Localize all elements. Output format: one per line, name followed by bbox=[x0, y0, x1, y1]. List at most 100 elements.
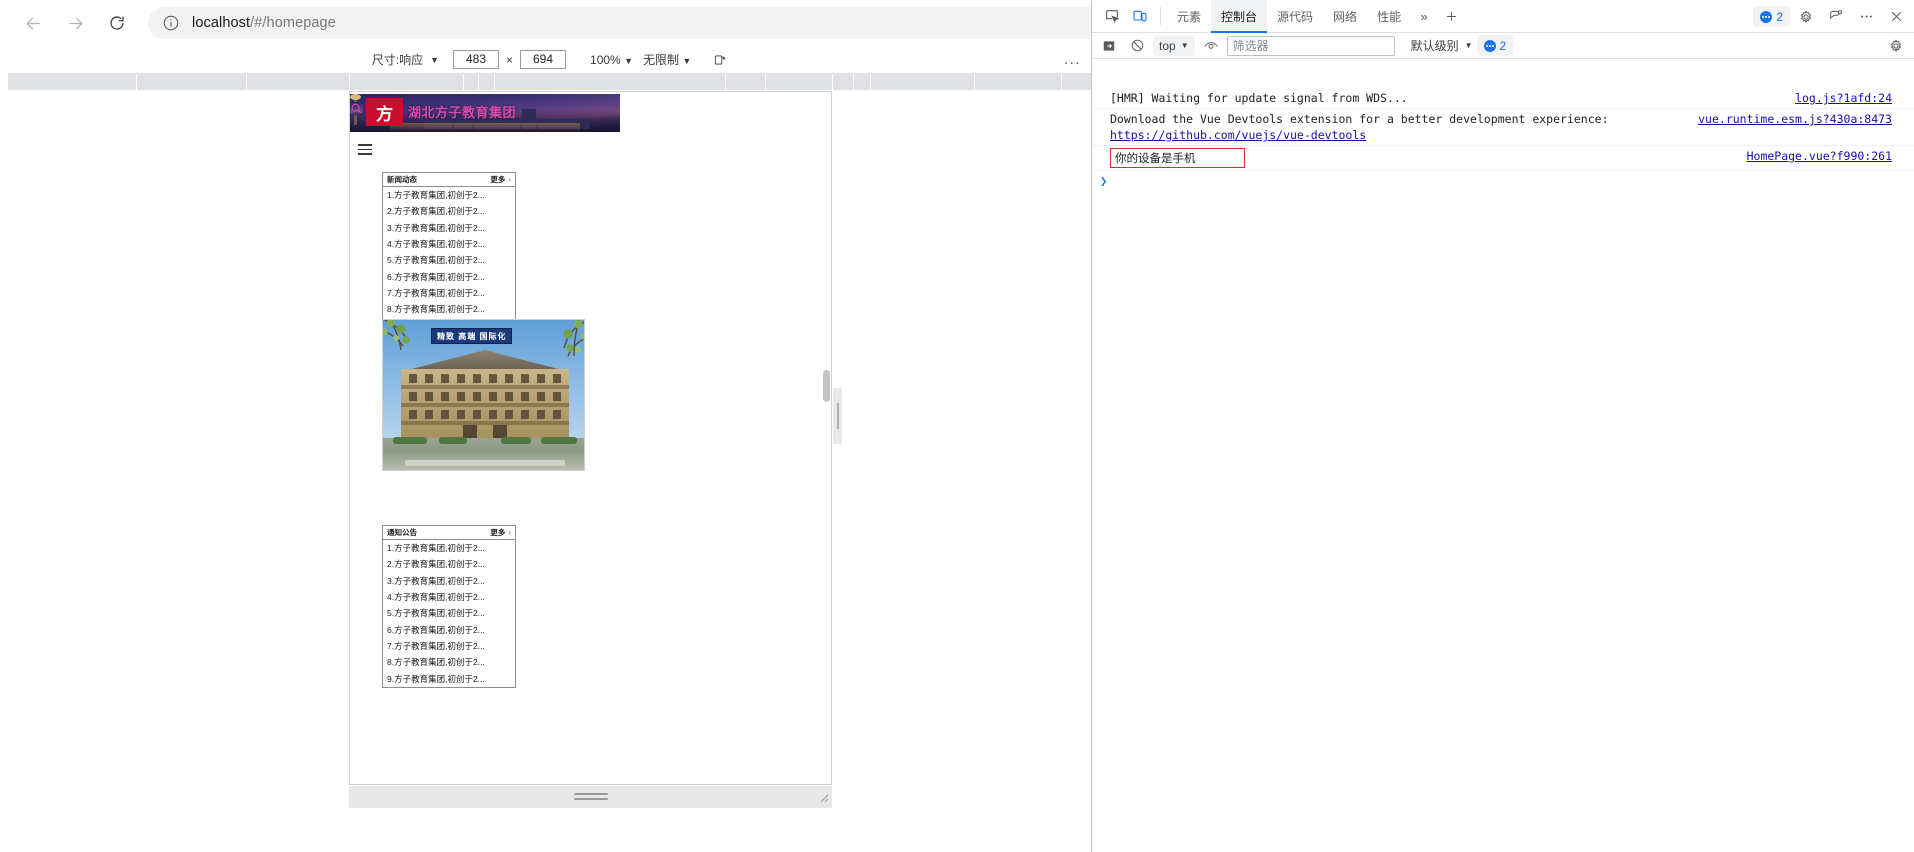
viewport-resize-handle-right[interactable] bbox=[833, 388, 842, 444]
dimension-separator: × bbox=[506, 52, 514, 67]
chevron-down-icon[interactable]: ▼ bbox=[430, 55, 439, 65]
list-item[interactable]: 3.方子教育集团,初创于2... bbox=[383, 220, 515, 236]
notice-list: 1.方子教育集团,初创于2... 2.方子教育集团,初创于2... 3.方子教育… bbox=[383, 540, 515, 687]
notice-panel: 通知公告 更多 › 1.方子教育集团,初创于2... 2.方子教育集团,初创于2.… bbox=[382, 525, 516, 688]
list-item[interactable]: 7.方子教育集团,初创于2... bbox=[383, 285, 515, 301]
address-bar-text: localhost/#/homepage bbox=[192, 15, 336, 31]
campus-photo: 精致 高端 国际化 bbox=[382, 319, 585, 471]
device-toolbar-more-icon[interactable]: ... bbox=[1064, 51, 1081, 68]
list-item[interactable]: 9.方子教育集团,初创于2... bbox=[383, 670, 515, 686]
list-item[interactable]: 2.方子教育集团,初创于2... bbox=[383, 203, 515, 219]
notice-panel-title: 通知公告 bbox=[387, 528, 417, 537]
list-item[interactable]: 8.方子教育集团,初创于2... bbox=[383, 301, 515, 317]
tab-performance[interactable]: 性能 bbox=[1367, 0, 1411, 33]
zoom-select[interactable]: 100% ▼ bbox=[590, 53, 633, 67]
list-item[interactable]: 1.方子教育集团,初创于2... bbox=[383, 187, 515, 203]
add-panel-icon[interactable] bbox=[1437, 3, 1465, 29]
page-scrollbar[interactable] bbox=[822, 92, 831, 784]
prompt-caret-icon: ❯ bbox=[1100, 174, 1108, 188]
list-item[interactable]: 2.方子教育集团,初创于2... bbox=[383, 556, 515, 572]
site-logo[interactable]: 方 bbox=[366, 98, 403, 126]
news-more-link[interactable]: 更多 › bbox=[490, 174, 511, 185]
console-settings-gear-icon[interactable] bbox=[1884, 35, 1908, 57]
console-sidebar-icon[interactable] bbox=[1097, 35, 1121, 57]
info-icon[interactable] bbox=[162, 14, 180, 32]
devtools-more-icon[interactable] bbox=[1852, 4, 1880, 30]
list-item[interactable]: 7.方子教育集团,初创于2... bbox=[383, 638, 515, 654]
chevron-down-icon: ▼ bbox=[1180, 41, 1189, 50]
forward-arrow-icon[interactable] bbox=[56, 4, 94, 42]
notice-panel-header: 通知公告 更多 › bbox=[383, 526, 515, 540]
gear-icon[interactable] bbox=[1792, 4, 1820, 30]
console-message-link[interactable]: https://github.com/vuejs/vue-devtools bbox=[1110, 128, 1366, 142]
console-messages: [HMR] Waiting for update signal from WDS… bbox=[1092, 88, 1914, 852]
site-title: 湖北方子教育集团 bbox=[408, 105, 517, 120]
list-item[interactable]: 6.方子教育集团,初创于2... bbox=[383, 621, 515, 637]
chevron-right-icon: › bbox=[508, 528, 511, 537]
device-viewport-area: 方 湖北方子教育集团 新闻动态 更多 › 1.方子教育集团,初创于2... 2.… bbox=[8, 91, 1091, 852]
throttling-select[interactable]: 无限制 ▼ bbox=[643, 51, 691, 68]
reload-icon[interactable] bbox=[98, 4, 136, 42]
more-tabs-chevron-icon[interactable]: » bbox=[1411, 3, 1437, 29]
list-item[interactable]: 4.方子教育集团,初创于2... bbox=[383, 236, 515, 252]
issues-icon bbox=[1760, 10, 1773, 23]
inspect-element-icon[interactable] bbox=[1098, 3, 1126, 29]
tab-network[interactable]: 网络 bbox=[1323, 0, 1367, 33]
console-message-source[interactable]: log.js?1afd:24 bbox=[1795, 90, 1906, 106]
chevron-down-icon: ▼ bbox=[1464, 41, 1473, 50]
console-context-select[interactable]: top ▼ bbox=[1153, 35, 1195, 56]
viewport-width-input[interactable]: 483 bbox=[453, 50, 499, 69]
list-item[interactable]: 5.方子教育集团,初创于2... bbox=[383, 605, 515, 621]
console-message-text: 你的设备是手机 bbox=[1110, 148, 1245, 168]
issues-icon bbox=[1483, 39, 1496, 52]
viewport-ruler bbox=[8, 74, 1091, 91]
console-message-text: [HMR] Waiting for update signal from WDS… bbox=[1110, 91, 1408, 105]
devtools-panel: 元素 控制台 源代码 网络 性能 » 2 top ▼ 筛选器 默认级别 ▼ 2 … bbox=[1091, 0, 1914, 852]
navigation-buttons bbox=[14, 4, 136, 42]
feedback-icon[interactable] bbox=[1822, 4, 1850, 30]
list-item[interactable]: 4.方子教育集团,初创于2... bbox=[383, 589, 515, 605]
news-panel-header: 新闻动态 更多 › bbox=[383, 173, 515, 187]
device-emulation-toolbar: 尺寸:响应 ▼ 483 × 694 100% ▼ 无限制 ▼ ... bbox=[8, 46, 1091, 74]
device-size-label[interactable]: 尺寸:响应 bbox=[372, 51, 423, 68]
viewport-resize-corner[interactable] bbox=[814, 786, 832, 808]
console-message-highlighted: 你的设备是手机 HomePage.vue?f990:261 bbox=[1092, 146, 1914, 171]
console-prompt[interactable]: ❯ bbox=[1092, 171, 1914, 191]
console-level-select[interactable]: 默认级别 ▼ bbox=[1411, 37, 1473, 54]
rotate-device-icon[interactable] bbox=[713, 53, 727, 67]
tab-elements[interactable]: 元素 bbox=[1167, 0, 1211, 33]
list-item[interactable]: 5.方子教育集团,初创于2... bbox=[383, 252, 515, 268]
list-item[interactable]: 1.方子教育集团,初创于2... bbox=[383, 540, 515, 556]
viewport-resize-handle-bottom[interactable] bbox=[349, 786, 832, 808]
search-icon[interactable] bbox=[350, 102, 363, 115]
emulated-device-frame: 方 湖北方子教育集团 新闻动态 更多 › 1.方子教育集团,初创于2... 2.… bbox=[349, 91, 832, 785]
news-panel-title: 新闻动态 bbox=[387, 175, 417, 184]
news-list: 1.方子教育集团,初创于2... 2.方子教育集团,初创于2... 3.方子教育… bbox=[383, 187, 515, 334]
list-item[interactable]: 8.方子教育集团,初创于2... bbox=[383, 654, 515, 670]
tab-console[interactable]: 控制台 bbox=[1211, 0, 1268, 33]
close-icon[interactable] bbox=[1882, 4, 1910, 30]
console-message-source[interactable]: vue.runtime.esm.js?430a:8473 bbox=[1698, 111, 1906, 127]
list-item[interactable]: 3.方子教育集团,初创于2... bbox=[383, 573, 515, 589]
issues-badge[interactable]: 2 bbox=[1753, 6, 1790, 27]
back-arrow-icon[interactable] bbox=[14, 4, 52, 42]
rendered-page: 方 湖北方子教育集团 新闻动态 更多 › 1.方子教育集团,初创于2... 2.… bbox=[350, 92, 822, 784]
console-filter-input[interactable]: 筛选器 bbox=[1226, 35, 1395, 56]
clear-console-icon[interactable] bbox=[1125, 35, 1149, 57]
hamburger-menu-icon[interactable] bbox=[358, 144, 372, 158]
console-message: Download the Vue Devtools extension for … bbox=[1092, 109, 1914, 146]
tab-sources[interactable]: 源代码 bbox=[1267, 0, 1323, 33]
console-message-source[interactable]: HomePage.vue?f990:261 bbox=[1747, 148, 1906, 164]
browser-window: localhost/#/homepage 1 尺寸:响应 ▼ bbox=[0, 0, 1914, 852]
toggle-device-toolbar-icon[interactable] bbox=[1126, 3, 1154, 29]
console-message-text: Download the Vue Devtools extension for … bbox=[1110, 112, 1609, 142]
photo-ribbon-text: 精致 高端 国际化 bbox=[431, 328, 513, 344]
console-issues-badge[interactable]: 2 bbox=[1476, 35, 1514, 56]
viewport-height-input[interactable]: 694 bbox=[520, 50, 567, 69]
live-expression-icon[interactable] bbox=[1199, 35, 1223, 57]
chevron-right-icon: › bbox=[508, 175, 511, 184]
list-item[interactable]: 6.方子教育集团,初创于2... bbox=[383, 268, 515, 284]
notice-more-link[interactable]: 更多 › bbox=[490, 527, 511, 538]
console-message: [HMR] Waiting for update signal from WDS… bbox=[1092, 88, 1914, 109]
site-banner: 方 湖北方子教育集团 bbox=[350, 94, 620, 132]
